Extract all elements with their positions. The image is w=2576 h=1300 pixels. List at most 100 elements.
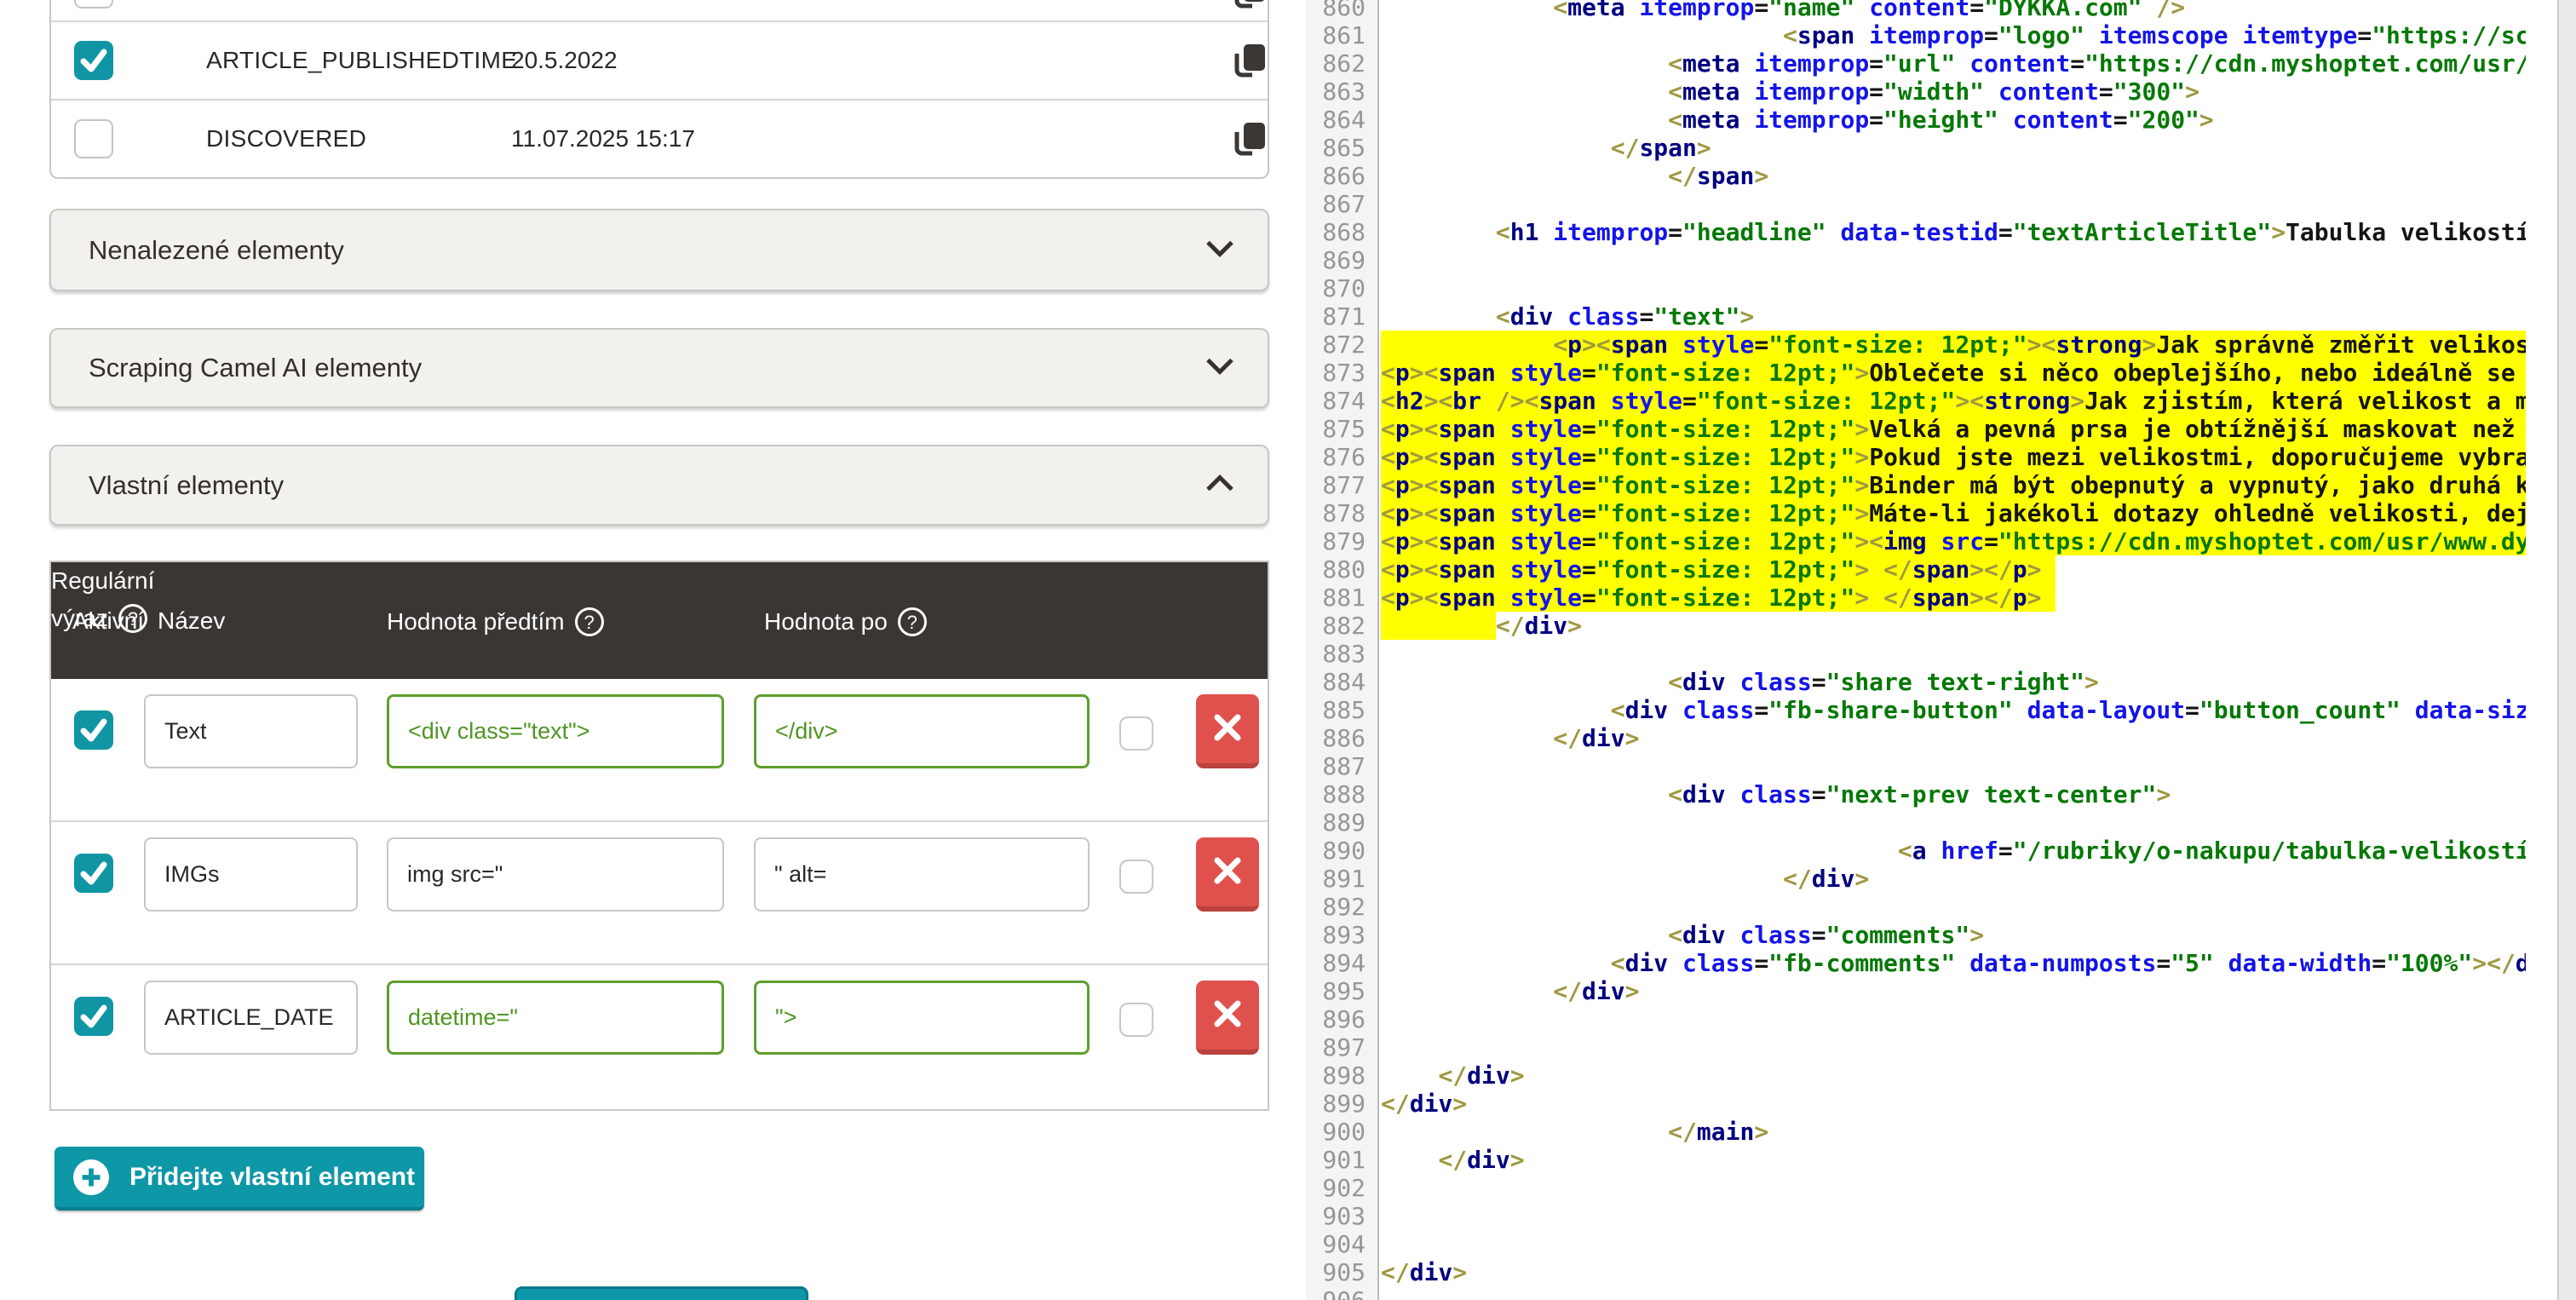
source-code-panel: <meta itemprop="name" content="DYKKA.com… bbox=[1381, 0, 2526, 1300]
code-line-870 bbox=[1381, 274, 2526, 302]
table-row bbox=[51, 963, 1268, 1107]
code-line-868: <h1 itemprop="headline" data-testid="tex… bbox=[1381, 218, 2526, 246]
line-number: 883 bbox=[1306, 640, 1366, 668]
value-before-input[interactable] bbox=[387, 837, 724, 912]
value-after-input[interactable] bbox=[754, 694, 1090, 768]
section-vlastn-elementy[interactable]: Vlastní elementy bbox=[49, 445, 1269, 526]
row-active-checkbox[interactable] bbox=[74, 710, 113, 750]
line-number: 867 bbox=[1306, 190, 1366, 218]
code-line-861: <span itemprop="logo" itemscope itemtype… bbox=[1381, 21, 2526, 49]
table-body bbox=[51, 679, 1268, 1107]
line-number: 880 bbox=[1306, 555, 1366, 584]
regex-checkbox[interactable] bbox=[1119, 860, 1153, 894]
line-number: 882 bbox=[1306, 612, 1366, 640]
code-line-873: <p><span style="font-size: 12pt;">Obleče… bbox=[1381, 359, 2526, 387]
column-header-after: Hodnota po ? bbox=[764, 607, 927, 636]
line-number: 901 bbox=[1306, 1146, 1366, 1174]
line-number: 887 bbox=[1306, 752, 1366, 780]
value-before-input[interactable] bbox=[387, 694, 724, 768]
table-header: Aktivní Název Hodnota předtím ? Hodnota … bbox=[51, 562, 1268, 679]
code-line-887 bbox=[1381, 752, 2526, 780]
vertical-scrollbar[interactable] bbox=[2557, 0, 2576, 1300]
line-number: 902 bbox=[1306, 1174, 1366, 1202]
code-line-876: <p><span style="font-size: 12pt;">Pokud … bbox=[1381, 443, 2526, 471]
code-line-899: </div> bbox=[1381, 1090, 2526, 1118]
element-name-input[interactable] bbox=[144, 694, 358, 768]
line-number: 879 bbox=[1306, 527, 1366, 555]
copy-icon[interactable] bbox=[1231, 42, 1268, 79]
line-number: 874 bbox=[1306, 387, 1366, 415]
line-number: 873 bbox=[1306, 359, 1366, 387]
copy-icon[interactable] bbox=[1231, 0, 1268, 10]
element-name-input[interactable] bbox=[144, 981, 358, 1055]
row-checkbox[interactable] bbox=[74, 119, 113, 158]
line-number: 881 bbox=[1306, 584, 1366, 612]
code-line-894: <div class="fb-comments" data-numposts="… bbox=[1381, 949, 2526, 977]
line-number: 904 bbox=[1306, 1230, 1366, 1258]
code-line-878: <p><span style="font-size: 12pt;">Máte-l… bbox=[1381, 499, 2526, 527]
code-line-886: </div> bbox=[1381, 724, 2526, 752]
column-header-before: Hodnota předtím ? bbox=[387, 607, 604, 636]
line-number: 891 bbox=[1306, 865, 1366, 893]
code-line-903 bbox=[1381, 1202, 2526, 1230]
column-header-name: Název bbox=[158, 607, 225, 635]
code-line-905: </div> bbox=[1381, 1258, 2526, 1286]
table-row bbox=[51, 679, 1268, 820]
line-number: 860 bbox=[1306, 0, 1366, 21]
line-number: 900 bbox=[1306, 1118, 1366, 1146]
custom-elements-table: Aktivní Název Hodnota předtím ? Hodnota … bbox=[49, 561, 1269, 1111]
value-after-input[interactable] bbox=[754, 837, 1090, 912]
column-header-regex: Regulární výraz ? bbox=[51, 562, 1268, 637]
code-line-879: <p><span style="font-size: 12pt;"><img s… bbox=[1381, 527, 2526, 555]
code-line-890: <a href="/rubriky/o-nakupu/tabulka-velik… bbox=[1381, 837, 2526, 865]
line-number: 895 bbox=[1306, 977, 1366, 1005]
line-number: 866 bbox=[1306, 162, 1366, 190]
plus-icon bbox=[73, 1159, 109, 1195]
row-checkbox[interactable] bbox=[74, 0, 113, 9]
row-active-checkbox[interactable] bbox=[74, 854, 113, 893]
code-line-874: <h2><br /><span style="font-size: 12pt;"… bbox=[1381, 387, 2526, 415]
code-line-897 bbox=[1381, 1033, 2526, 1061]
code-line-867 bbox=[1381, 190, 2526, 218]
line-number: 861 bbox=[1306, 21, 1366, 49]
page-root: ARTICLE_PUBLISHEDTIME20.5.2022 DISCOVERE… bbox=[0, 0, 2576, 1300]
value-before-input[interactable] bbox=[387, 981, 724, 1055]
line-number: 885 bbox=[1306, 696, 1366, 724]
element-name-input[interactable] bbox=[144, 837, 358, 912]
code-line-906 bbox=[1381, 1286, 2526, 1300]
column-header-active: Aktivní bbox=[72, 607, 144, 635]
code-line-902 bbox=[1381, 1174, 2526, 1202]
line-number: 877 bbox=[1306, 471, 1366, 499]
delete-row-button[interactable] bbox=[1196, 837, 1259, 912]
value-after-input[interactable] bbox=[754, 981, 1090, 1055]
line-number: 892 bbox=[1306, 893, 1366, 921]
code-line-881: <p><span style="font-size: 12pt;"> </spa… bbox=[1381, 584, 2526, 612]
add-custom-element-label: Přidejte vlastní element bbox=[129, 1163, 415, 1192]
section-scraping-camel-ai-elementy[interactable]: Scraping Camel AI elementy bbox=[49, 328, 1269, 408]
regex-checkbox[interactable] bbox=[1119, 1003, 1153, 1037]
column-header-before-label: Hodnota předtím bbox=[387, 608, 565, 636]
section-nenalezen-elementy[interactable]: Nenalezené elementy bbox=[49, 209, 1269, 291]
code-line-880: <p><span style="font-size: 12pt;"> </spa… bbox=[1381, 555, 2526, 584]
code-line-862: <meta itemprop="url" content="https://cd… bbox=[1381, 49, 2526, 78]
row-active-checkbox[interactable] bbox=[74, 997, 113, 1036]
copy-icon[interactable] bbox=[1231, 120, 1268, 158]
row-checkbox[interactable] bbox=[74, 41, 113, 80]
add-custom-element-button[interactable]: Přidejte vlastní element bbox=[55, 1147, 424, 1211]
help-icon[interactable]: ? bbox=[898, 607, 927, 636]
code-line-892 bbox=[1381, 893, 2526, 921]
detected-row: ARTICLE_PUBLISHEDTIME20.5.2022 bbox=[51, 20, 1268, 99]
section-label: Scraping Camel AI elementy bbox=[89, 353, 422, 383]
line-number: 888 bbox=[1306, 780, 1366, 808]
detected-row-name: DISCOVERED bbox=[206, 101, 366, 177]
delete-row-button[interactable] bbox=[1196, 694, 1259, 768]
help-icon[interactable]: ? bbox=[575, 607, 604, 636]
delete-row-button[interactable] bbox=[1196, 981, 1259, 1055]
regex-checkbox[interactable] bbox=[1119, 716, 1153, 751]
line-number: 896 bbox=[1306, 1005, 1366, 1033]
code-line-875: <p><span style="font-size: 12pt;">Velká … bbox=[1381, 415, 2526, 443]
column-header-after-label: Hodnota po bbox=[764, 608, 888, 636]
submit-button-partial[interactable] bbox=[515, 1286, 808, 1300]
detected-elements-card: ARTICLE_PUBLISHEDTIME20.5.2022 DISCOVERE… bbox=[49, 0, 1269, 179]
detected-row-value: 20.5.2022 bbox=[511, 22, 618, 99]
